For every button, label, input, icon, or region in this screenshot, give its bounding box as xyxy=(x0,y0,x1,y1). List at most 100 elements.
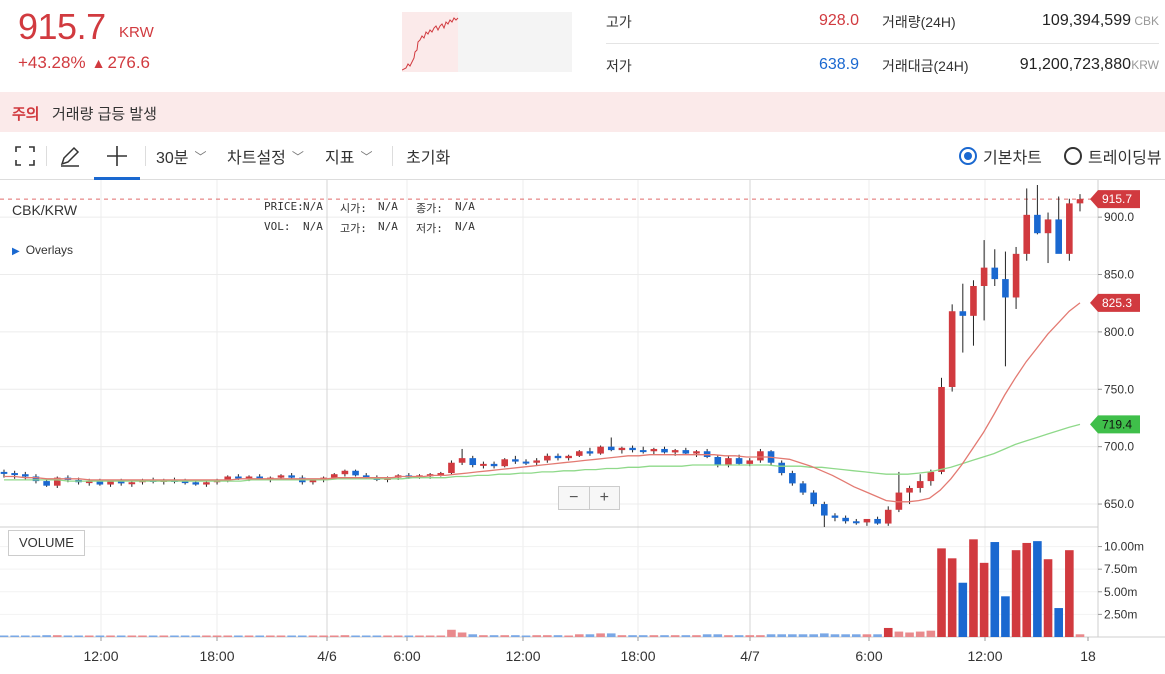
volume-bar xyxy=(649,635,659,637)
price-chart[interactable]: 900.0 850.0 800.0 750.0 700.0 650.0 10.00m 7.50… xyxy=(0,180,1165,669)
price-unit: KRW xyxy=(119,24,154,41)
zoom-in-button[interactable]: + xyxy=(590,487,620,509)
chevron-down-icon: ﹀ xyxy=(360,149,373,164)
candle-body xyxy=(852,521,860,524)
volume-bar xyxy=(553,635,563,637)
x-tick-label: 18 xyxy=(1080,648,1096,664)
warning-tag: 주의 xyxy=(12,106,40,123)
volume-panel-button[interactable]: VOLUME xyxy=(8,530,85,556)
candle-body xyxy=(469,458,477,466)
volume-bar xyxy=(21,635,30,637)
overlays-toggle[interactable]: ▶ Overlays xyxy=(12,243,73,257)
candle-body xyxy=(906,487,913,493)
volume-bar xyxy=(436,635,446,637)
volume-bar xyxy=(979,562,989,637)
volume-bar xyxy=(681,635,691,637)
volume-bar xyxy=(532,635,541,637)
chart-settings-dropdown[interactable]: 차트설정 ﹀ xyxy=(227,132,304,180)
volume-bar xyxy=(212,635,222,637)
candle-body xyxy=(842,517,849,522)
volume-bar xyxy=(1043,559,1053,637)
candle-body xyxy=(863,518,871,523)
volume-bar xyxy=(820,633,829,637)
volume-bar xyxy=(617,635,627,637)
volume-bar xyxy=(84,635,94,637)
toolbar-divider xyxy=(145,146,146,166)
x-tick-label: 12:00 xyxy=(967,648,1002,664)
candle-body xyxy=(43,481,50,486)
fullscreen-icon[interactable] xyxy=(14,132,36,180)
volume-bar xyxy=(947,558,957,637)
x-tick-label: 18:00 xyxy=(199,648,234,664)
x-tick-label: 4/6 xyxy=(317,648,337,664)
volume-bar xyxy=(148,635,158,637)
amount-value: 91,200,723,880 xyxy=(1019,56,1131,73)
basic-chart-radio[interactable]: 기본차트 xyxy=(959,132,1042,180)
draw-pencil-icon[interactable] xyxy=(58,132,82,180)
candle-body xyxy=(501,459,509,467)
legend-low-value: N/A xyxy=(455,220,475,233)
volume-bar xyxy=(31,635,41,637)
volume-bar xyxy=(585,634,595,637)
zoom-out-button[interactable]: − xyxy=(559,487,590,509)
legend-vol-value: N/A xyxy=(303,220,323,233)
candle-body xyxy=(512,459,519,462)
volume-bar xyxy=(734,635,744,637)
volume-bar xyxy=(915,631,925,637)
volume-bar xyxy=(1011,550,1021,637)
candle-body xyxy=(565,455,572,459)
volume-bar xyxy=(202,635,211,637)
volume-bar xyxy=(766,634,776,637)
volume-bar xyxy=(851,634,861,637)
warning-message: 거래량 급등 발생 xyxy=(52,106,157,123)
indicators-dropdown[interactable]: 지표 ﹀ xyxy=(325,132,372,180)
chevron-down-icon: ﹀ xyxy=(194,149,207,164)
legend-low-label: 저가: xyxy=(416,222,443,235)
candle-body xyxy=(1023,214,1031,254)
price-tag-label: 825.3 xyxy=(1102,296,1132,310)
candle-body xyxy=(288,475,295,478)
y-tick-label: 800.0 xyxy=(1104,325,1134,339)
candle-body xyxy=(799,483,807,493)
volume-bar xyxy=(383,635,392,637)
candle-body xyxy=(1034,214,1041,234)
volume-bar xyxy=(95,635,105,637)
ticker-header: 915.7 KRW +43.28% ▲ 276.6 고가 928.0 거래량(24H… xyxy=(0,0,1165,92)
interval-dropdown[interactable]: 30분 ﹀ xyxy=(156,132,207,180)
volume-bar xyxy=(692,635,701,637)
volume-bar xyxy=(724,635,733,637)
crosshair-icon[interactable] xyxy=(105,132,129,180)
candle-body xyxy=(938,386,945,472)
candle-body xyxy=(629,447,636,451)
volume-bar xyxy=(702,634,712,637)
candle-body xyxy=(597,446,604,454)
tradingview-radio[interactable]: 트레이딩뷰 xyxy=(1064,132,1162,180)
moving-average-line-long xyxy=(4,423,1081,482)
volume-bar xyxy=(713,634,723,637)
candle-body xyxy=(725,458,732,466)
candle-body xyxy=(991,267,999,280)
candle-body xyxy=(927,471,935,482)
reset-button[interactable]: 초기화 xyxy=(406,132,450,180)
candle-body xyxy=(884,509,892,524)
volume-bar xyxy=(361,635,371,637)
candle-body xyxy=(607,446,615,451)
candle-body xyxy=(522,461,530,464)
volume-value: 109,394,599 xyxy=(1042,12,1131,29)
high-label: 고가 xyxy=(606,14,632,30)
volume-bar xyxy=(457,632,467,637)
candle-body xyxy=(661,448,668,453)
volume-bar xyxy=(329,635,339,637)
volume-bar xyxy=(191,635,201,637)
chart-canvas[interactable]: 900.0 850.0 800.0 750.0 700.0 650.0 10.00m 7.50… xyxy=(0,180,1165,669)
candle-body xyxy=(735,458,743,464)
legend-open-value: N/A xyxy=(378,200,398,213)
legend-price-label: PRICE: xyxy=(264,200,304,213)
candle-body xyxy=(448,462,455,474)
radio-checked-icon xyxy=(959,147,977,165)
volume-bar xyxy=(809,634,818,637)
candle-body xyxy=(1044,219,1052,234)
candle-body xyxy=(352,470,359,476)
y-tick-label: 850.0 xyxy=(1104,268,1134,282)
volume-bar xyxy=(638,635,648,637)
